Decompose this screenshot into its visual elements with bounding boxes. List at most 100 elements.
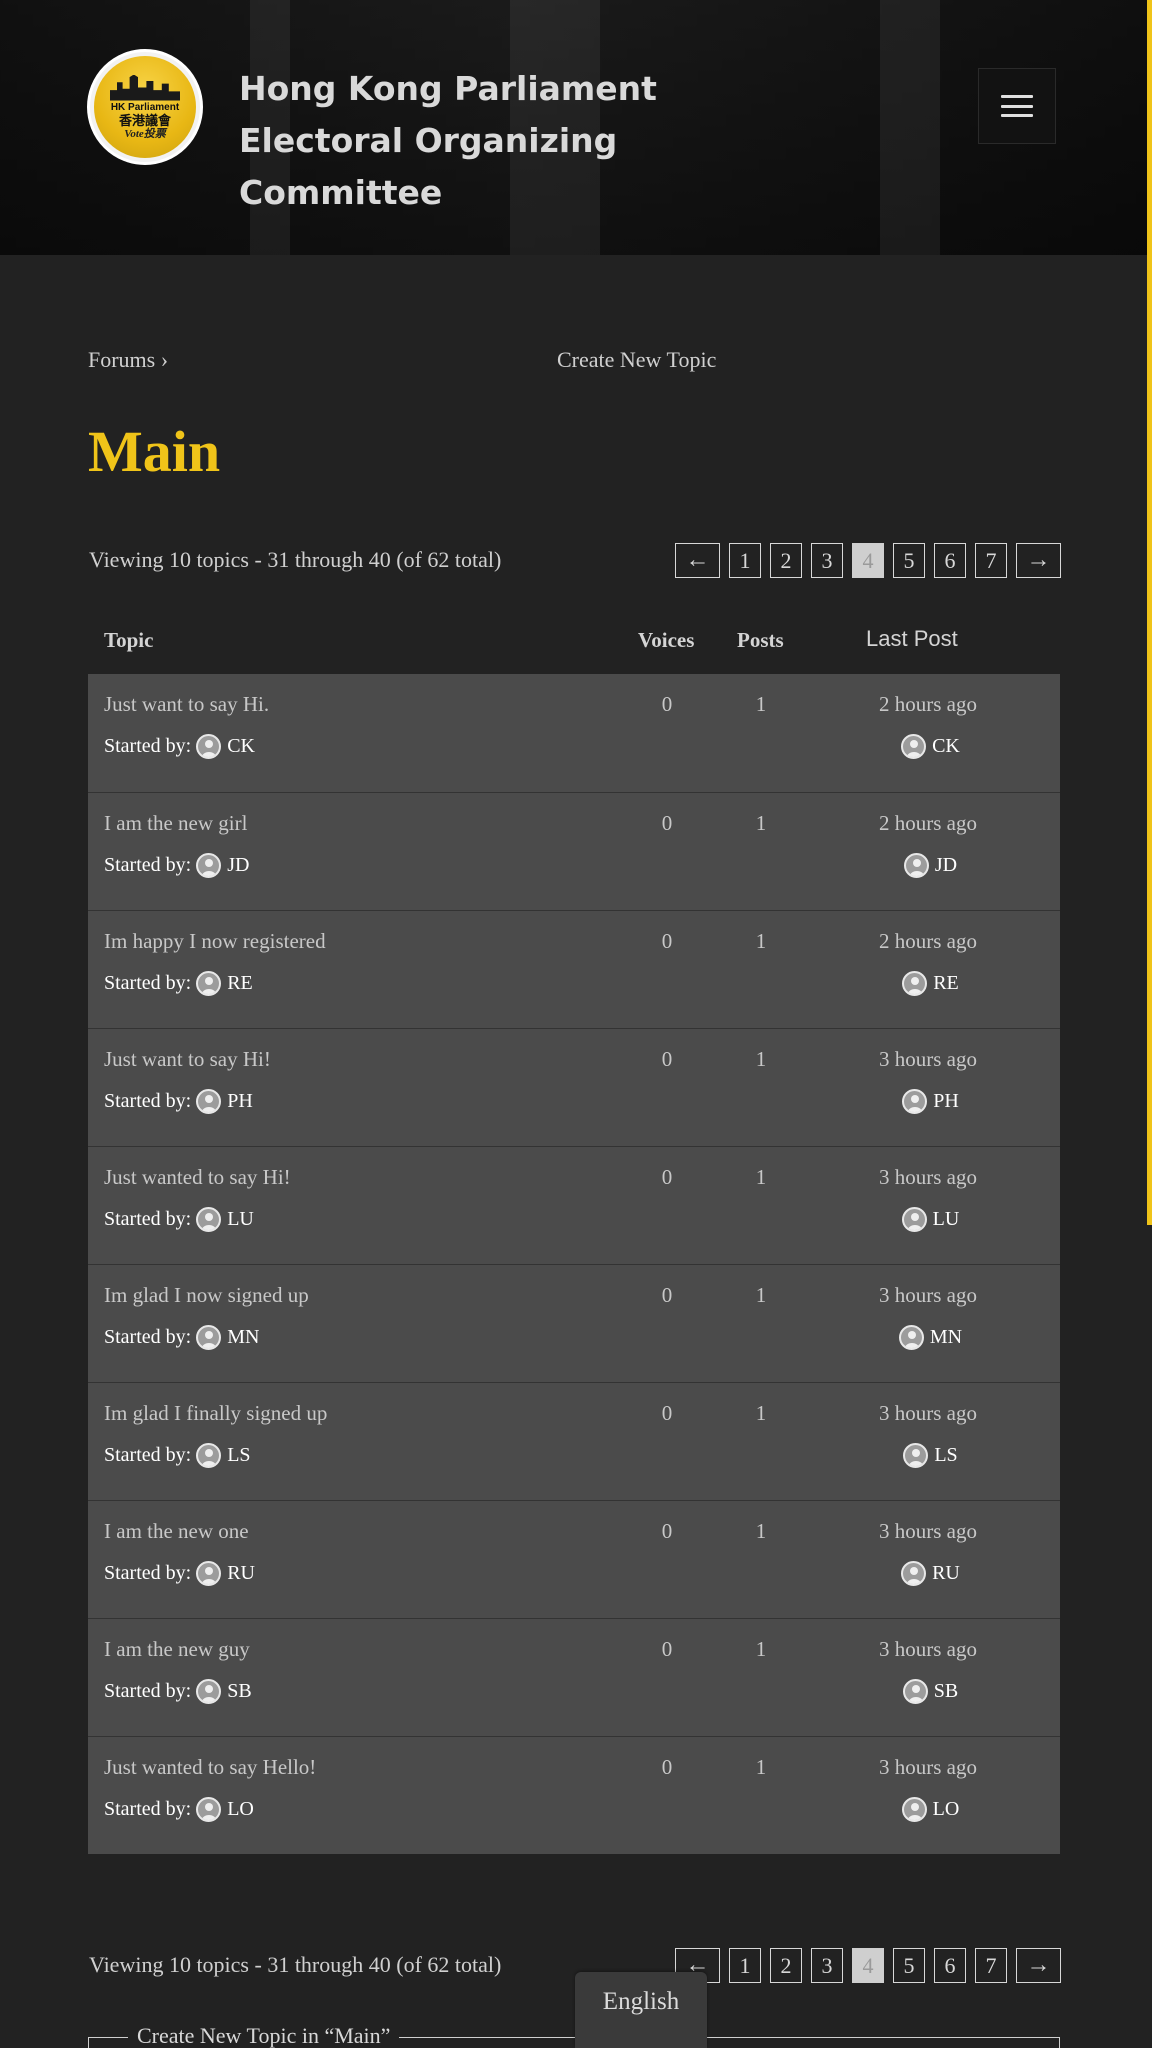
avatar-icon[interactable] [196, 1679, 222, 1704]
started-by-label: Started by: [104, 1680, 192, 1702]
topic-title-link[interactable]: Just want to say Hi. [104, 692, 269, 717]
avatar-icon[interactable] [901, 1797, 927, 1822]
next-page-button[interactable]: → [1016, 1948, 1061, 1983]
topic-author-link[interactable]: JD [227, 854, 249, 877]
avatar-icon[interactable] [196, 971, 222, 996]
avatar-icon[interactable] [196, 1325, 222, 1350]
language-switcher-button[interactable]: English [575, 1972, 707, 2048]
post-count: 1 [755, 1637, 767, 1661]
avatar-icon[interactable] [196, 1561, 222, 1586]
topic-title-link[interactable]: Im glad I finally signed up [104, 1401, 327, 1426]
page-link-5[interactable]: 5 [893, 1948, 925, 1983]
avatar-icon[interactable] [903, 1443, 929, 1468]
last-post-time-link[interactable]: 3 hours ago [828, 1637, 1028, 1662]
last-post-author-link[interactable]: LO [933, 1798, 960, 1821]
create-new-topic-link[interactable]: Create New Topic [557, 347, 716, 373]
page-link-7[interactable]: 7 [975, 543, 1007, 578]
topic-author-link[interactable]: RE [227, 972, 253, 995]
post-count: 1 [755, 929, 767, 953]
topic-author-link[interactable]: LO [227, 1798, 254, 1821]
last-post-author-link[interactable]: SB [934, 1680, 958, 1703]
started-by: Started by: PH [104, 1089, 253, 1114]
last-post-time-link[interactable]: 3 hours ago [828, 1047, 1028, 1072]
last-post-time-link[interactable]: 3 hours ago [828, 1755, 1028, 1780]
avatar-icon[interactable] [196, 734, 222, 759]
last-post-author-link[interactable]: LU [933, 1208, 960, 1231]
last-post-author-link[interactable]: MN [930, 1326, 962, 1349]
page-link-6[interactable]: 6 [934, 1948, 966, 1983]
last-post-author: LO [828, 1797, 1028, 1822]
last-post-time-link[interactable]: 2 hours ago [828, 692, 1028, 717]
avatar-icon[interactable] [902, 971, 928, 996]
topic-author-link[interactable]: PH [227, 1090, 253, 1113]
voice-count: 0 [661, 1047, 673, 1071]
column-header-posts: Posts [737, 628, 784, 652]
avatar-icon[interactable] [901, 1207, 927, 1232]
avatar-icon[interactable] [901, 1561, 927, 1586]
avatar-icon[interactable] [903, 853, 929, 878]
table-row: Im happy I now registered Started by: RE 0 1… [88, 910, 1060, 1028]
avatar-icon[interactable] [196, 853, 222, 878]
voice-count: 0 [661, 1401, 673, 1425]
page-link-1[interactable]: 1 [729, 543, 761, 578]
started-by: Started by: SB [104, 1679, 252, 1704]
last-post-author-link[interactable]: PH [933, 1090, 959, 1113]
breadcrumb-forums-link[interactable]: Forums [88, 347, 155, 372]
topic-title-link[interactable]: I am the new girl [104, 811, 247, 836]
topic-title-link[interactable]: I am the new guy [104, 1637, 250, 1662]
page-link-1[interactable]: 1 [729, 1948, 761, 1983]
last-post-author-link[interactable]: JD [935, 854, 957, 877]
topic-author-link[interactable]: MN [227, 1326, 259, 1349]
page-link-3[interactable]: 3 [811, 543, 843, 578]
last-post-author-link[interactable]: RE [933, 972, 959, 995]
avatar-icon[interactable] [196, 1089, 222, 1114]
page-link-5[interactable]: 5 [893, 543, 925, 578]
topics-table: Topic Voices Posts Last Post Just want t… [88, 615, 1060, 1854]
last-post-author-link[interactable]: LS [934, 1444, 957, 1467]
last-post-time-link[interactable]: 2 hours ago [828, 811, 1028, 836]
topic-title-link[interactable]: Im glad I now signed up [104, 1283, 309, 1308]
page-link-6[interactable]: 6 [934, 543, 966, 578]
site-logo[interactable]: HK Parliament 香港議會 Vote投票 [87, 49, 203, 165]
avatar-icon[interactable] [901, 734, 927, 759]
topic-author-link[interactable]: SB [227, 1680, 251, 1703]
avatar-icon[interactable] [898, 1325, 924, 1350]
avatar-icon[interactable] [196, 1797, 222, 1822]
page-link-7[interactable]: 7 [975, 1948, 1007, 1983]
prev-page-button[interactable]: ← [675, 543, 720, 578]
topic-title-link[interactable]: I am the new one [104, 1519, 249, 1544]
last-post-time-link[interactable]: 3 hours ago [828, 1401, 1028, 1426]
topic-author-link[interactable]: RU [227, 1562, 255, 1585]
page-link-3[interactable]: 3 [811, 1948, 843, 1983]
next-page-button[interactable]: → [1016, 543, 1061, 578]
post-count: 1 [755, 1283, 767, 1307]
menu-toggle-button[interactable] [978, 68, 1056, 144]
last-post-time-link[interactable]: 2 hours ago [828, 929, 1028, 954]
post-count: 1 [755, 1047, 767, 1071]
page-link-2[interactable]: 2 [770, 1948, 802, 1983]
topic-title-link[interactable]: Im happy I now registered [104, 929, 326, 954]
last-post-author: LU [828, 1207, 1028, 1232]
logo-emblem: HK Parliament 香港議會 Vote投票 [94, 56, 196, 158]
avatar-icon[interactable] [196, 1443, 222, 1468]
topic-title-link[interactable]: Just wanted to say Hello! [104, 1755, 316, 1780]
topic-title-link[interactable]: Just want to say Hi! [104, 1047, 271, 1072]
last-post-author-link[interactable]: CK [932, 735, 960, 758]
topic-author-link[interactable]: LU [227, 1208, 254, 1231]
avatar-icon[interactable] [902, 1089, 928, 1114]
last-post-author: RE [828, 971, 1028, 996]
topic-title-link[interactable]: Just wanted to say Hi! [104, 1165, 291, 1190]
header-background-decoration [880, 0, 940, 255]
last-post-time-link[interactable]: 3 hours ago [828, 1165, 1028, 1190]
topic-author-link[interactable]: LS [227, 1444, 250, 1467]
last-post-time-link[interactable]: 3 hours ago [828, 1519, 1028, 1544]
avatar-icon[interactable] [902, 1679, 928, 1704]
page-link-2[interactable]: 2 [770, 543, 802, 578]
voice-count: 0 [661, 811, 673, 835]
avatar-icon[interactable] [196, 1207, 222, 1232]
last-post-author-link[interactable]: RU [932, 1562, 960, 1585]
site-title[interactable]: Hong Kong Parliament Electoral Organizin… [239, 63, 799, 219]
voice-count: 0 [661, 1755, 673, 1779]
topic-author-link[interactable]: CK [227, 735, 255, 758]
last-post-time-link[interactable]: 3 hours ago [828, 1283, 1028, 1308]
